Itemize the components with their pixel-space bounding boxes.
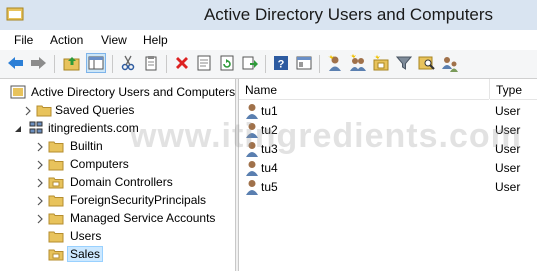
list-item[interactable]: tu4 User bbox=[239, 159, 537, 177]
tree-item-label: Users bbox=[70, 229, 102, 243]
user-icon bbox=[245, 160, 259, 176]
tree-item-builtin[interactable]: Builtin bbox=[0, 137, 235, 155]
up-folder-icon[interactable] bbox=[62, 53, 82, 73]
list-item[interactable]: tu2 User bbox=[239, 121, 537, 139]
folder-icon bbox=[48, 210, 64, 226]
menu-action[interactable]: Action bbox=[50, 33, 83, 47]
tree-item-label: Computers bbox=[70, 157, 129, 171]
tree-item-foreign-security-principals[interactable]: ForeignSecurityPrincipals bbox=[0, 191, 235, 209]
column-header-label: Type bbox=[496, 83, 523, 97]
menu-file[interactable]: File bbox=[14, 33, 33, 47]
console-tree[interactable]: Active Directory Users and Computers Sav… bbox=[0, 79, 235, 271]
find-icon[interactable] bbox=[417, 53, 437, 73]
ou-folder-icon bbox=[48, 174, 64, 190]
user-icon bbox=[245, 179, 259, 195]
cut-icon[interactable] bbox=[118, 53, 138, 73]
folder-icon bbox=[48, 228, 64, 244]
refresh-icon[interactable] bbox=[217, 53, 237, 73]
user-name: tu5 bbox=[261, 180, 278, 194]
svg-text:?: ? bbox=[278, 59, 285, 71]
user-type: User bbox=[495, 142, 521, 156]
tree-item-label: itingredients.com bbox=[48, 121, 139, 135]
expand-arrow-icon[interactable] bbox=[36, 195, 44, 206]
expand-arrow-icon[interactable] bbox=[36, 159, 44, 170]
new-user-icon[interactable] bbox=[325, 53, 345, 73]
tree-item-label: Managed Service Accounts bbox=[70, 211, 216, 225]
menu-view[interactable]: View bbox=[101, 33, 127, 47]
tree-item-sales[interactable]: Sales bbox=[0, 245, 235, 263]
list-item[interactable]: tu3 User bbox=[239, 140, 537, 158]
toolbar-separator bbox=[166, 55, 167, 73]
user-type: User bbox=[495, 180, 521, 194]
tree-item-saved-queries[interactable]: Saved Queries bbox=[0, 101, 235, 119]
folder-icon bbox=[48, 156, 64, 172]
new-ou-icon[interactable] bbox=[371, 53, 391, 73]
column-header-label: Name bbox=[245, 83, 278, 97]
user-name: tu1 bbox=[261, 104, 278, 118]
toolbar-separator bbox=[319, 55, 320, 73]
toolbar-separator bbox=[265, 55, 266, 73]
tree-item-domain[interactable]: itingredients.com bbox=[0, 119, 235, 137]
results-list[interactable]: Name Type tu1 User tu2 User tu3 User tu4… bbox=[239, 79, 537, 271]
user-type: User bbox=[495, 104, 521, 118]
toolbar: ? bbox=[0, 50, 537, 79]
export-list-icon[interactable] bbox=[240, 53, 260, 73]
tree-root[interactable]: Active Directory Users and Computers bbox=[0, 83, 235, 101]
tree-item-users[interactable]: Users bbox=[0, 227, 235, 245]
menu-bar: File Action View Help bbox=[0, 30, 537, 50]
user-type: User bbox=[495, 123, 521, 137]
expand-arrow-icon[interactable] bbox=[36, 213, 44, 224]
tree-item-managed-service-accounts[interactable]: Managed Service Accounts bbox=[0, 209, 235, 227]
filter-icon[interactable] bbox=[394, 53, 414, 73]
user-icon bbox=[245, 122, 259, 138]
toolbar-separator bbox=[54, 55, 55, 73]
console-view-icon[interactable] bbox=[294, 53, 314, 73]
user-name: tu4 bbox=[261, 161, 278, 175]
tree-item-label: Builtin bbox=[70, 139, 103, 153]
adu-window: Active Directory Users and Computers Fil… bbox=[0, 0, 537, 271]
tree-root-label: Active Directory Users and Computers bbox=[31, 85, 235, 99]
tree-item-label: ForeignSecurityPrincipals bbox=[70, 193, 207, 207]
title-bar[interactable]: Active Directory Users and Computers bbox=[0, 0, 537, 30]
menu-help[interactable]: Help bbox=[143, 33, 168, 47]
copy-icon[interactable] bbox=[141, 53, 161, 73]
expand-arrow-icon[interactable] bbox=[24, 105, 32, 116]
toolbar-separator bbox=[112, 55, 113, 73]
collapse-arrow-icon[interactable] bbox=[14, 123, 22, 133]
tree-item-label: Sales bbox=[66, 246, 104, 262]
delete-icon[interactable] bbox=[172, 53, 192, 73]
ou-folder-icon bbox=[48, 246, 64, 262]
column-header-type[interactable]: Type bbox=[490, 79, 537, 100]
window-title: Active Directory Users and Computers bbox=[203, 5, 494, 24]
forward-icon[interactable] bbox=[28, 53, 48, 73]
new-group-icon[interactable] bbox=[348, 53, 368, 73]
domain-icon bbox=[28, 120, 44, 136]
user-icon bbox=[245, 103, 259, 119]
properties-icon[interactable] bbox=[194, 53, 214, 73]
aduc-root-icon bbox=[10, 84, 26, 100]
folder-icon bbox=[48, 138, 64, 154]
user-name: tu3 bbox=[261, 142, 278, 156]
tree-item-domain-controllers[interactable]: Domain Controllers bbox=[0, 173, 235, 191]
tree-item-label: Domain Controllers bbox=[70, 175, 173, 189]
expand-arrow-icon[interactable] bbox=[36, 141, 44, 152]
user-name: tu2 bbox=[261, 123, 278, 137]
column-header-name[interactable]: Name bbox=[239, 79, 489, 100]
help-icon[interactable]: ? bbox=[271, 53, 291, 73]
add-to-group-icon[interactable] bbox=[440, 53, 460, 73]
show-console-tree-icon[interactable] bbox=[86, 53, 106, 73]
tree-item-label: Saved Queries bbox=[55, 103, 135, 117]
list-item[interactable]: tu5 User bbox=[239, 178, 537, 196]
tree-item-computers[interactable]: Computers bbox=[0, 155, 235, 173]
list-item[interactable]: tu1 User bbox=[239, 102, 537, 120]
user-icon bbox=[245, 141, 259, 157]
folder-icon bbox=[48, 192, 64, 208]
folder-icon bbox=[36, 102, 52, 118]
back-icon[interactable] bbox=[6, 53, 26, 73]
user-type: User bbox=[495, 161, 521, 175]
expand-arrow-icon[interactable] bbox=[36, 177, 44, 188]
